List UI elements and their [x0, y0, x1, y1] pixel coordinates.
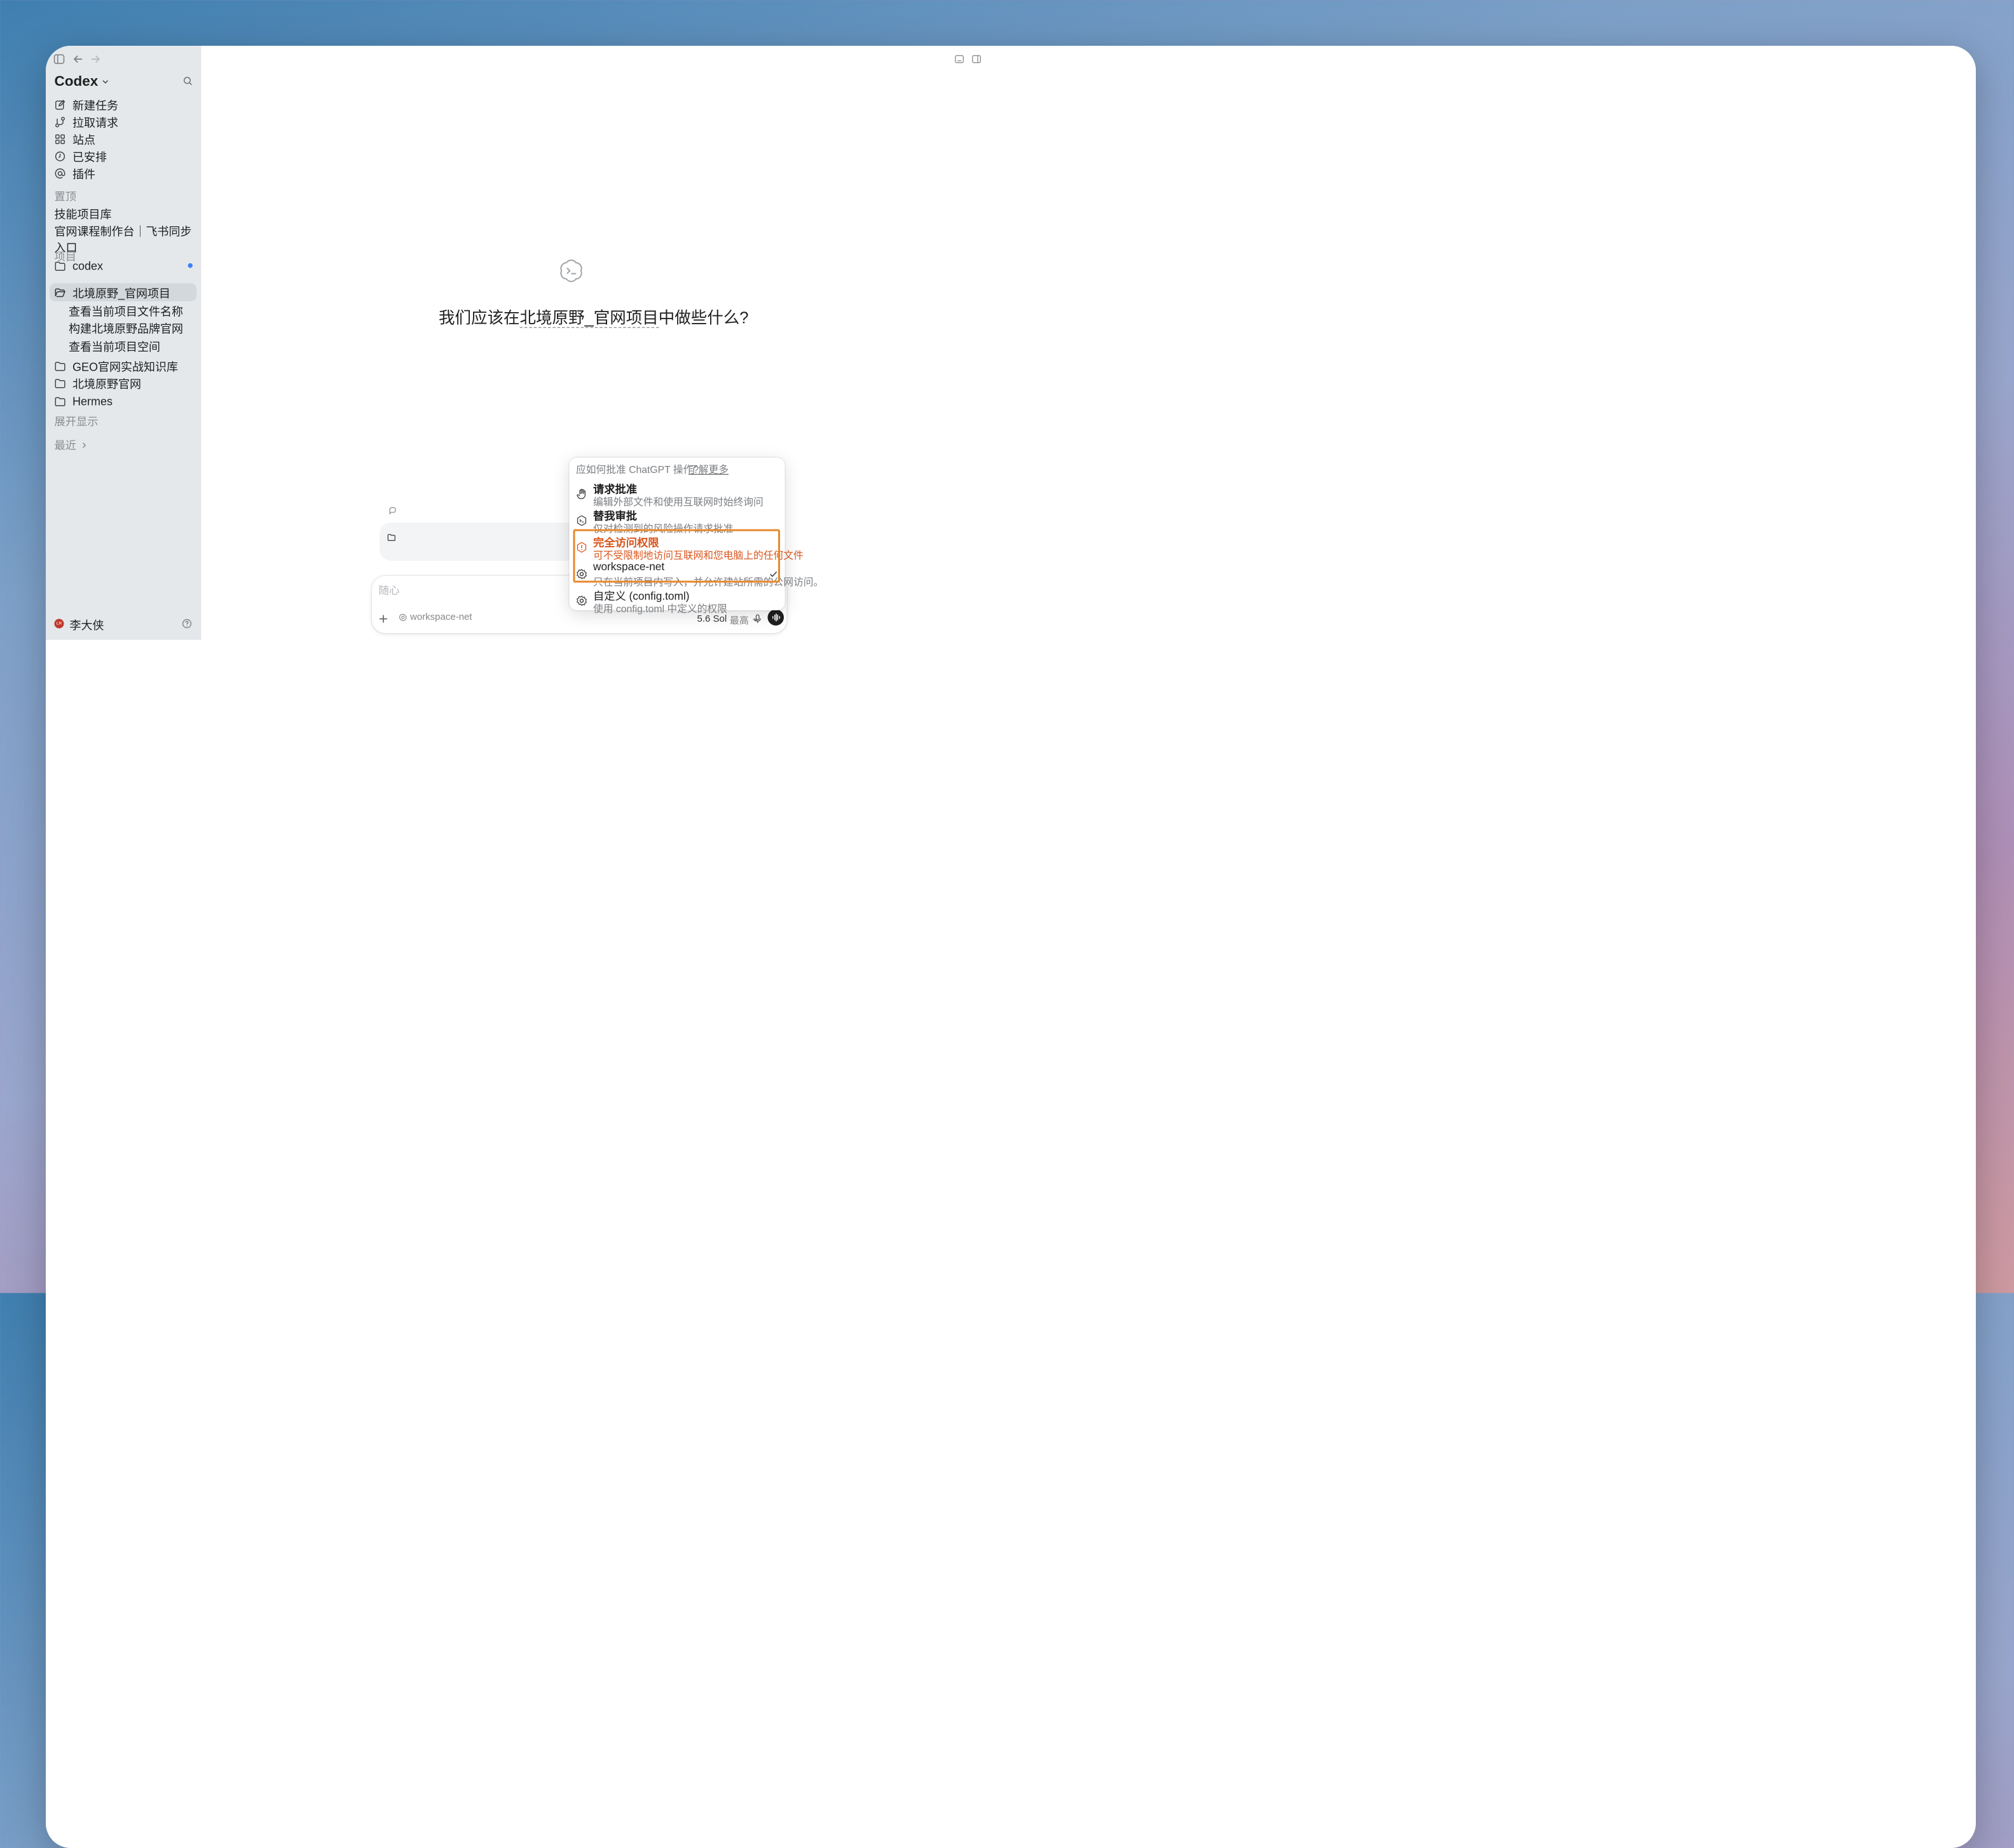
project-name-link[interactable]: 北境原野_官网项目	[519, 309, 659, 328]
gear-icon	[576, 595, 587, 606]
permission-chip-label: workspace-net	[410, 612, 472, 623]
main-panel: 我们应该在北境原野_官网项目中做些什么? 随心 workspace-net 5.…	[201, 46, 1976, 640]
avatar[interactable]: LR	[54, 619, 64, 629]
forward-arrow-icon[interactable]	[90, 53, 101, 65]
waveform-icon	[771, 613, 781, 622]
folder-icon	[55, 360, 66, 372]
headline-prefix: 我们应该在	[439, 309, 520, 327]
app-window: Codex 新建任务 拉取请求 站点 已安排 插件 置顶 技能项目库 官网课程制…	[46, 46, 1976, 1848]
side-panel-icon[interactable]	[972, 55, 982, 64]
terminal-panel-icon[interactable]	[955, 55, 964, 64]
folder-open-icon	[55, 287, 66, 299]
option-request-approval[interactable]: 请求批准 编辑外部文件和使用互联网时始终询问	[570, 481, 785, 509]
checkmark-icon	[769, 570, 778, 579]
help-icon[interactable]	[182, 619, 192, 629]
option-workspace-net[interactable]: workspace-net 只在当前项目内写入，并允许建站所需的公网访问。	[570, 561, 823, 589]
codex-logo-icon	[558, 257, 585, 284]
pinned-item[interactable]: 技能项目库	[55, 206, 112, 222]
plus-icon[interactable]	[379, 614, 388, 624]
workspace-switcher[interactable]: Codex	[55, 72, 110, 90]
clock-icon	[55, 150, 67, 163]
project-geo-knowledge[interactable]: GEO官网实战知识库	[53, 357, 196, 376]
back-arrow-icon[interactable]	[72, 53, 84, 65]
project-label: 北境原野官网	[72, 377, 142, 391]
option-auto-approve[interactable]: 替我审批 仅对检测到的风险操作请求批准	[570, 507, 785, 535]
popup-header: 应如何批准 ChatGPT 操作?	[576, 464, 699, 476]
project-beijing-yuanye-site[interactable]: 北境原野_官网项目	[53, 284, 196, 303]
shield-terminal-icon	[576, 515, 587, 526]
headline-suffix: 中做些什么?	[658, 309, 749, 327]
warning-shield-icon	[576, 542, 587, 553]
gear-icon	[576, 568, 587, 580]
project-codex[interactable]: codex	[53, 257, 196, 276]
nav-scheduled[interactable]: 已安排	[53, 147, 196, 166]
effort-level: 最高	[729, 616, 749, 627]
pull-request-icon	[55, 116, 67, 128]
project-label: 北境原野_官网项目	[72, 286, 171, 300]
permission-popup: 应如何批准 ChatGPT 操作? 了解更多 请求批准 编辑外部文件和使用互联网…	[569, 458, 823, 615]
folder-icon[interactable]	[387, 533, 396, 542]
nav-new-task[interactable]: 新建任务	[53, 95, 196, 114]
hand-icon	[576, 488, 587, 500]
unread-dot	[188, 263, 193, 268]
nav-label: 插件	[72, 167, 96, 181]
nav-sites[interactable]: 站点	[53, 130, 196, 149]
microphone-icon[interactable]	[753, 614, 762, 624]
project-label: GEO官网实战知识库	[72, 360, 179, 374]
thread-item[interactable]: 查看当前项目空间	[69, 339, 160, 355]
permission-chip[interactable]: workspace-net	[399, 612, 472, 623]
nav-label: 站点	[72, 133, 96, 147]
nav-label: 已安排	[72, 150, 107, 164]
pinned-item[interactable]: 官网课程制作台｜飞书同步入口	[55, 223, 202, 256]
project-beijing-yuanye[interactable]: 北境原野官网	[53, 374, 196, 393]
user-name[interactable]: 李大侠	[70, 617, 104, 634]
option-desc: 使用 config.toml 中定义的权限	[593, 603, 727, 615]
option-custom-config[interactable]: 自定义 (config.toml) 使用 config.toml 中定义的权限	[570, 587, 785, 615]
chevron-down-icon	[101, 77, 110, 86]
expand-projects-link[interactable]: 展开显示	[55, 414, 99, 429]
project-label: Hermes	[72, 395, 113, 408]
nav-plugins[interactable]: 插件	[53, 164, 196, 183]
nav-label: 新建任务	[72, 99, 119, 113]
at-icon	[55, 167, 67, 180]
sidebar-toggle-icon[interactable]	[53, 53, 65, 65]
sidebar: Codex 新建任务 拉取请求 站点 已安排 插件 置顶 技能项目库 官网课程制…	[46, 46, 202, 640]
grid-icon	[55, 133, 67, 146]
composer-input[interactable]: 随心	[379, 583, 400, 598]
project-label: codex	[72, 259, 104, 273]
learn-more-link[interactable]: 了解更多	[688, 463, 729, 477]
page-title: 我们应该在北境原野_官网项目中做些什么?	[202, 305, 987, 328]
folder-icon	[55, 378, 66, 389]
gear-icon	[399, 613, 408, 622]
folder-icon	[55, 261, 66, 272]
nav-label: 拉取请求	[72, 116, 119, 130]
pinned-heading: 置顶	[54, 191, 77, 203]
edit-icon	[55, 99, 67, 111]
folder-icon	[55, 396, 66, 407]
recent-label: 最近	[54, 441, 77, 452]
chevron-right-icon	[80, 442, 88, 449]
nav-pull-requests[interactable]: 拉取请求	[53, 113, 196, 132]
thread-item[interactable]: 查看当前项目文件名称	[69, 303, 183, 320]
app-title: Codex	[54, 72, 99, 90]
option-title: workspace-net	[593, 561, 665, 573]
project-hermes[interactable]: Hermes	[53, 392, 196, 411]
recent-section-toggle[interactable]: 最近	[55, 438, 88, 453]
option-full-access[interactable]: 完全访问权限 可不受限制地访问互联网和您电脑上的任何文件	[570, 534, 804, 562]
chat-bubble-icon[interactable]	[388, 507, 397, 516]
search-icon[interactable]	[183, 76, 193, 86]
thread-item[interactable]: 构建北境原野品牌官网	[69, 320, 183, 337]
